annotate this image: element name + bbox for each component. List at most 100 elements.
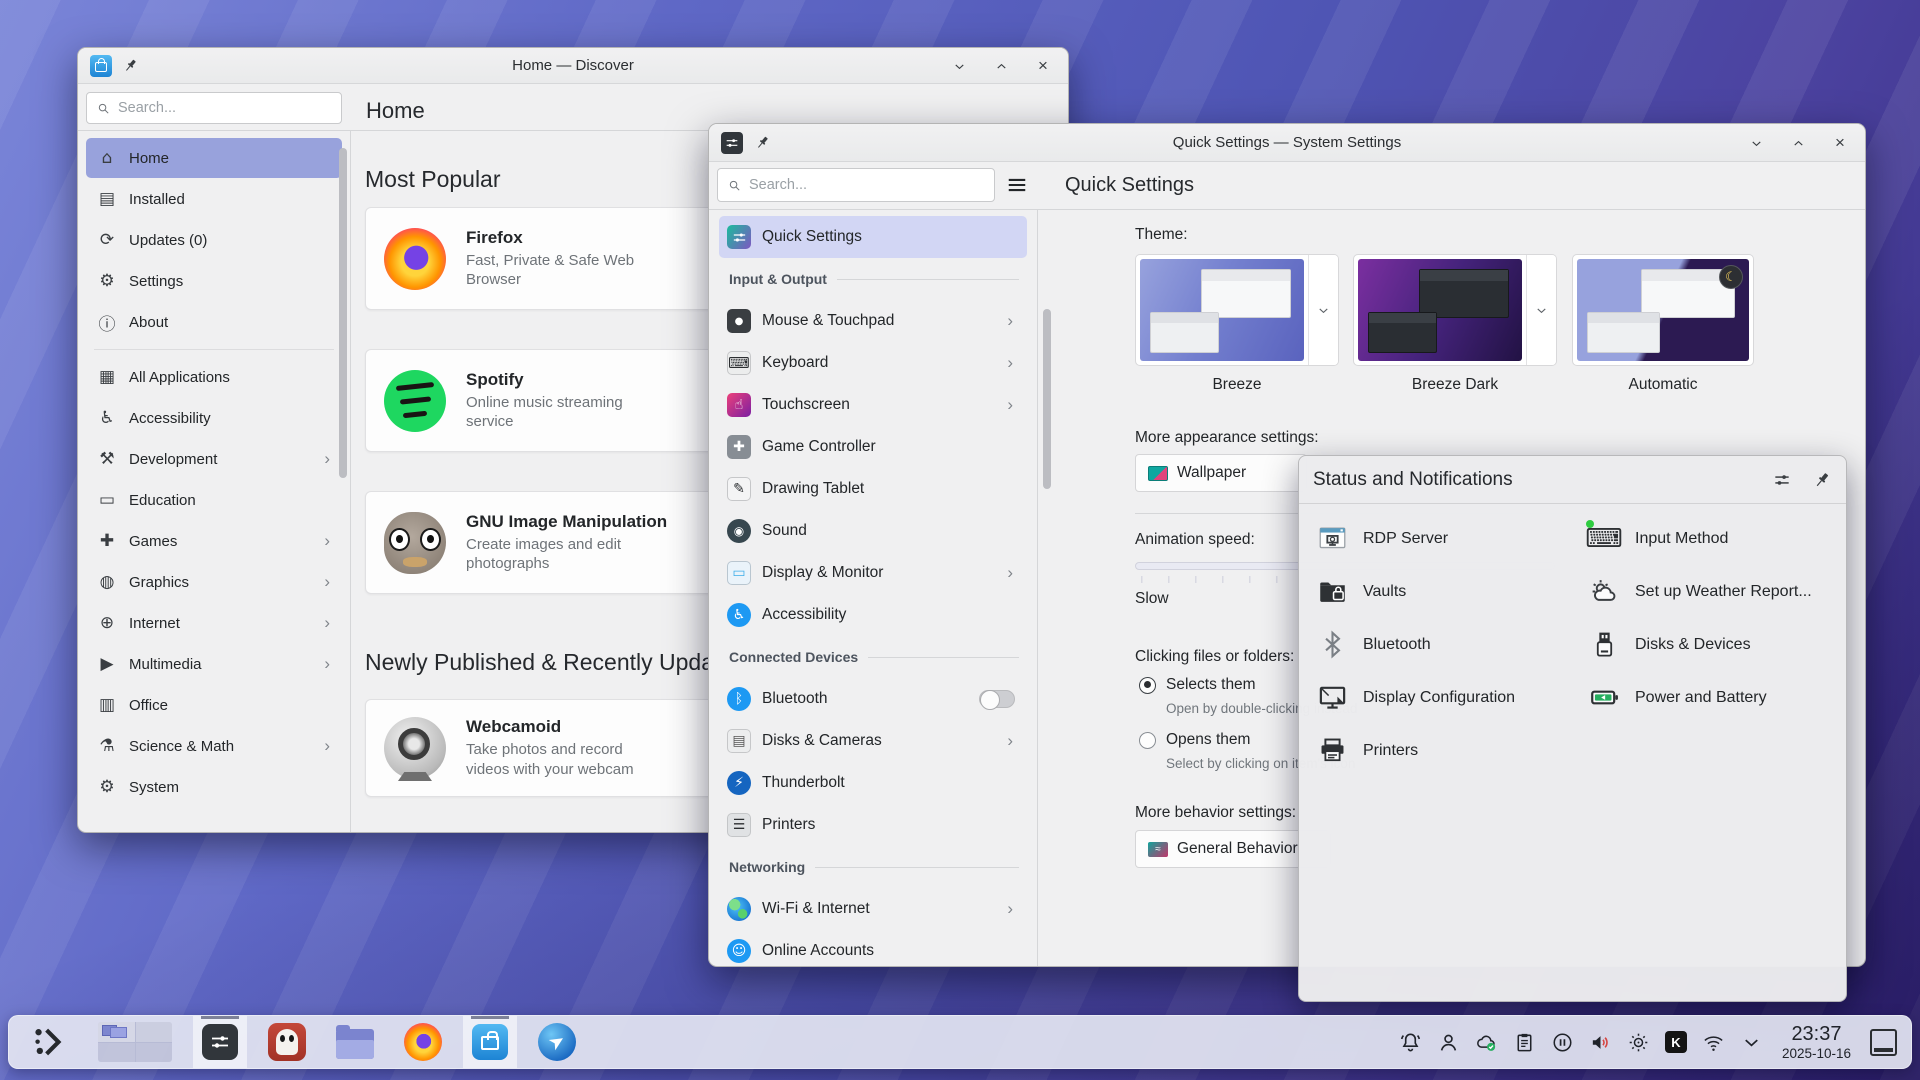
touchscreen-icon: ☝ xyxy=(727,393,751,417)
settings-sidebar-item-mouse-touchpad[interactable]: ●Mouse & Touchpad› xyxy=(719,300,1027,342)
brightness-icon[interactable] xyxy=(1627,1031,1650,1054)
settings-sidebar-item-quick-settings[interactable]: Quick Settings xyxy=(719,216,1027,258)
volume-icon[interactable] xyxy=(1589,1031,1612,1054)
disks-icon: ▤ xyxy=(727,729,751,753)
theme-card-automatic[interactable]: ☾ xyxy=(1572,254,1754,366)
pager-desktop-4[interactable] xyxy=(136,1043,173,1063)
settings-search-input[interactable] xyxy=(749,177,985,193)
sidebar-item-updates-0[interactable]: ⟳Updates (0) xyxy=(86,220,342,260)
radio-button[interactable] xyxy=(1139,677,1156,694)
sidebar-item-about[interactable]: ⓘAbout xyxy=(86,302,342,342)
sidebar-item-internet[interactable]: ⊕Internet› xyxy=(86,603,342,643)
pager-desktop-1[interactable] xyxy=(98,1022,135,1042)
pager-widget[interactable] xyxy=(98,1022,172,1062)
pin-icon[interactable] xyxy=(122,57,139,74)
minimize-button[interactable] xyxy=(1747,134,1765,152)
radio-button[interactable] xyxy=(1139,732,1156,749)
taskbar-item-virtual-desktop-pager[interactable] xyxy=(89,1016,181,1068)
settings-sidebar-item-game-controller[interactable]: ✚Game Controller xyxy=(719,426,1027,468)
radio-option-selects-them[interactable]: Selects them xyxy=(1139,676,1256,694)
media-pause-icon[interactable] xyxy=(1551,1031,1574,1054)
configure-icon[interactable] xyxy=(1772,470,1792,490)
pin-icon[interactable] xyxy=(1812,470,1832,490)
taskbar-item-dolphin-file-manager[interactable] xyxy=(327,1016,383,1068)
sidebar-item-education[interactable]: ▭Education xyxy=(86,480,342,520)
close-button[interactable]: × xyxy=(1034,57,1052,75)
sidebar-item-accessibility[interactable]: ♿Accessibility xyxy=(86,398,342,438)
settings-content-scrollbar[interactable] xyxy=(1043,309,1051,489)
show-desktop-button[interactable] xyxy=(1870,1029,1897,1056)
theme-dropdown-button[interactable] xyxy=(1526,255,1556,365)
popup-item-rdp-server[interactable]: RDP Server xyxy=(1307,520,1579,558)
settings-sidebar-item-keyboard[interactable]: ⌨Keyboard› xyxy=(719,342,1027,384)
popup-item-display-configuration[interactable]: Display Configuration xyxy=(1307,679,1579,717)
pin-icon[interactable] xyxy=(754,134,771,151)
discover-sidebar-scrollbar[interactable] xyxy=(339,148,347,478)
settings-sidebar-item-printers[interactable]: ☰Printers xyxy=(719,804,1027,846)
radio-option-opens-them[interactable]: Opens them xyxy=(1139,731,1250,749)
popup-item-input-method[interactable]: ⌨Input Method xyxy=(1579,520,1839,558)
wallpaper-button[interactable]: Wallpaper xyxy=(1135,454,1307,492)
hamburger-menu-icon[interactable] xyxy=(1005,174,1029,196)
sidebar-item-settings[interactable]: ⚙Settings xyxy=(86,261,342,301)
settings-sidebar-item-online-accounts[interactable]: ☺Online Accounts xyxy=(719,930,1027,966)
discover-titlebar[interactable]: Home — Discover × xyxy=(78,48,1068,84)
taskbar-item-system-settings-task[interactable] xyxy=(193,1016,247,1068)
settings-sidebar-item-accessibility[interactable]: ♿Accessibility xyxy=(719,594,1027,636)
settings-sidebar-item-sound[interactable]: ◉Sound xyxy=(719,510,1027,552)
popup-item-power-and-battery[interactable]: Power and Battery xyxy=(1579,679,1839,717)
settings-sidebar-item-touchscreen[interactable]: ☝Touchscreen› xyxy=(719,384,1027,426)
taskbar-item-discover-task[interactable] xyxy=(463,1016,517,1068)
sidebar-item-office[interactable]: ▥Office xyxy=(86,685,342,725)
theme-card-breeze-dark[interactable] xyxy=(1353,254,1557,366)
taskbar-item-application-launcher[interactable] xyxy=(21,1016,77,1068)
pager-desktop-2[interactable] xyxy=(136,1022,173,1042)
sidebar-item-label: Installed xyxy=(129,191,334,208)
sidebar-item-graphics[interactable]: ◍Graphics› xyxy=(86,562,342,602)
theme-dropdown-button[interactable] xyxy=(1308,255,1338,365)
bluetooth-toggle[interactable] xyxy=(979,690,1015,708)
settings-sidebar-item-thunderbolt[interactable]: ⚡Thunderbolt xyxy=(719,762,1027,804)
notifications-icon[interactable] xyxy=(1399,1031,1422,1054)
sidebar-item-science-math[interactable]: ⚗Science & Math› xyxy=(86,726,342,766)
wifi-icon[interactable] xyxy=(1702,1031,1725,1054)
sidebar-item-games[interactable]: ✚Games› xyxy=(86,521,342,561)
theme-card-breeze[interactable] xyxy=(1135,254,1339,366)
taskbar-item-firefox[interactable] xyxy=(395,1016,451,1068)
chevron-right-icon: › xyxy=(1007,899,1013,919)
taskbar-item-ghostwriter[interactable] xyxy=(259,1016,315,1068)
popup-item-vaults[interactable]: Vaults xyxy=(1307,573,1579,611)
settings-sidebar-item-drawing-tablet[interactable]: ✎Drawing Tablet xyxy=(719,468,1027,510)
maximize-button[interactable] xyxy=(992,57,1010,75)
maximize-button[interactable] xyxy=(1789,134,1807,152)
popup-item-bluetooth[interactable]: Bluetooth xyxy=(1307,626,1579,664)
sidebar-item-development[interactable]: ⚒Development› xyxy=(86,439,342,479)
clipboard-icon[interactable] xyxy=(1513,1031,1536,1054)
sidebar-item-home[interactable]: ⌂Home xyxy=(86,138,342,178)
drawing-tablet-icon: ✎ xyxy=(727,477,751,501)
popup-item-set-up-weather-report[interactable]: Set up Weather Report... xyxy=(1579,573,1839,611)
taskbar-item-falkon[interactable]: ➤ xyxy=(529,1016,585,1068)
settings-sidebar-item-display-monitor[interactable]: ▭Display & Monitor› xyxy=(719,552,1027,594)
kate-icon[interactable]: K xyxy=(1665,1031,1687,1053)
sidebar-item-system[interactable]: ⚙System xyxy=(86,767,342,807)
pager-desktop-3[interactable] xyxy=(98,1043,135,1063)
minimize-button[interactable] xyxy=(950,57,968,75)
discover-search-input[interactable] xyxy=(118,100,332,116)
settings-titlebar[interactable]: Quick Settings — System Settings × xyxy=(709,124,1865,162)
digital-clock[interactable]: 23:372025-10-16 xyxy=(1782,1023,1851,1061)
sidebar-item-multimedia[interactable]: ▶Multimedia› xyxy=(86,644,342,684)
settings-search-field[interactable] xyxy=(717,168,995,202)
user-icon[interactable] xyxy=(1437,1031,1460,1054)
popup-item-disks-devices[interactable]: Disks & Devices xyxy=(1579,626,1839,664)
settings-sidebar-item-bluetooth[interactable]: ᛒBluetooth xyxy=(719,678,1027,720)
discover-search-field[interactable] xyxy=(86,92,342,124)
settings-sidebar-item-disks-cameras[interactable]: ▤Disks & Cameras› xyxy=(719,720,1027,762)
cloud-sync-icon[interactable] xyxy=(1475,1031,1498,1054)
settings-sidebar-item-wi-fi-internet[interactable]: Wi-Fi & Internet› xyxy=(719,888,1027,930)
popup-item-printers[interactable]: Printers xyxy=(1307,732,1579,770)
sidebar-item-installed[interactable]: ▤Installed xyxy=(86,179,342,219)
close-button[interactable]: × xyxy=(1831,134,1849,152)
chevron-down-icon[interactable] xyxy=(1740,1031,1763,1054)
sidebar-item-all-applications[interactable]: ▦All Applications xyxy=(86,357,342,397)
